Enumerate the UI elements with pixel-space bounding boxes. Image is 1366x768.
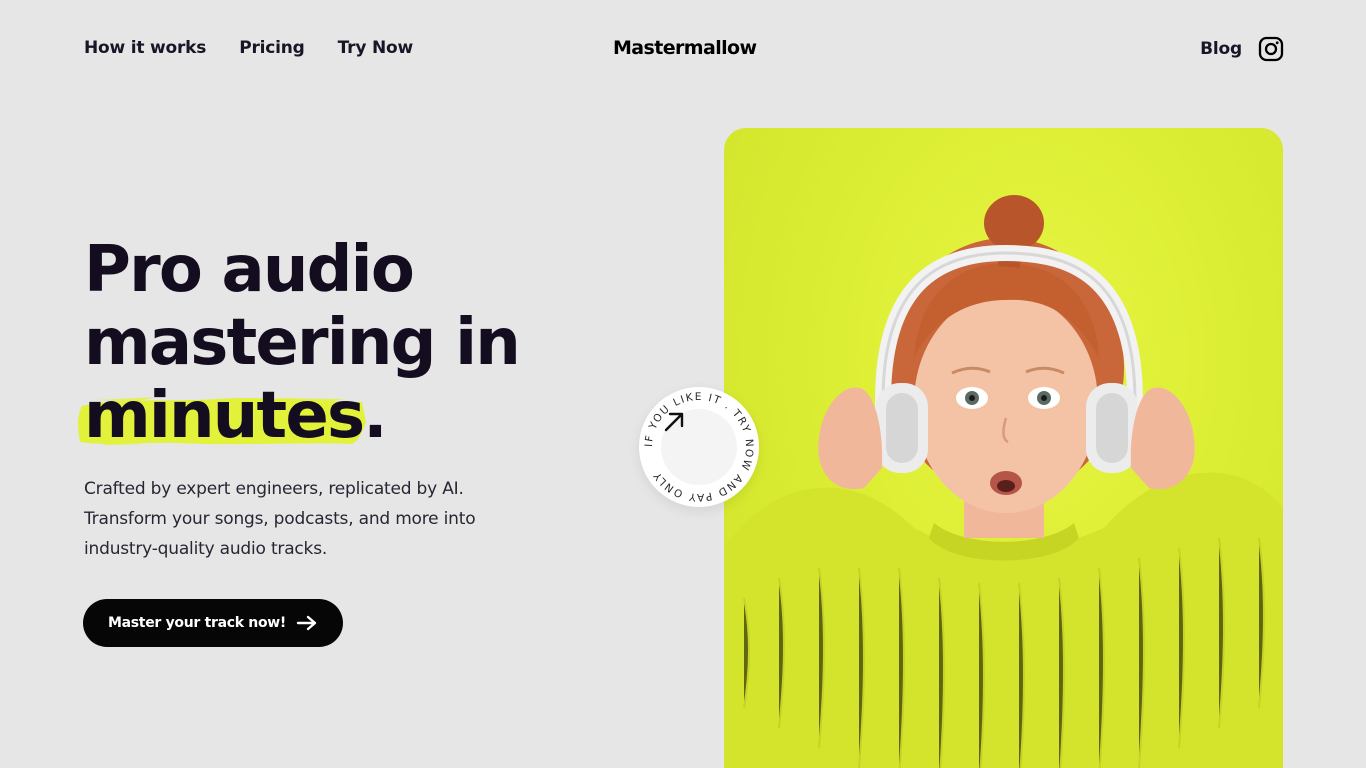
try-now-badge[interactable]: IF YOU LIKE IT . TRY NOW AND PAY ONLY bbox=[639, 387, 759, 507]
master-track-button[interactable]: Master your track now! bbox=[83, 599, 343, 647]
instagram-icon[interactable] bbox=[1258, 36, 1284, 62]
landing-page: How it works Pricing Try Now Mastermallo… bbox=[0, 0, 1366, 768]
subtext-line-3: industry-quality audio tracks. bbox=[84, 539, 328, 559]
arrow-up-right-icon bbox=[664, 412, 684, 432]
headline-highlight-word: minutes bbox=[84, 379, 365, 453]
badge-inner bbox=[661, 409, 737, 485]
hero-headline: Pro audio mastering in minutes. bbox=[78, 233, 644, 453]
primary-nav: How it works Pricing Try Now bbox=[84, 38, 413, 58]
subtext-line-1: Crafted by expert engineers, replicated … bbox=[84, 479, 464, 499]
brand-logo[interactable]: Mastermallow bbox=[613, 37, 757, 59]
headline-line-2: mastering in bbox=[84, 306, 521, 380]
hero-photo-girl-headphones bbox=[724, 128, 1283, 768]
nav-how-it-works[interactable]: How it works bbox=[84, 38, 206, 58]
nav-try-now[interactable]: Try Now bbox=[338, 38, 414, 58]
nav-blog[interactable]: Blog bbox=[1200, 39, 1242, 59]
highlight-wrap: minutes bbox=[78, 379, 366, 453]
headline-line-1: Pro audio bbox=[84, 233, 415, 307]
hero-subtext: Crafted by expert engineers, replicated … bbox=[84, 474, 544, 564]
nav-pricing[interactable]: Pricing bbox=[239, 38, 305, 58]
subtext-line-2: Transform your songs, podcasts, and more… bbox=[84, 509, 476, 529]
secondary-nav: Blog bbox=[1200, 36, 1284, 62]
arrow-right-icon bbox=[296, 615, 317, 631]
girl-illustration bbox=[724, 195, 1283, 768]
headline-line-3: minutes. bbox=[78, 379, 644, 453]
cta-label: Master your track now! bbox=[108, 615, 286, 631]
